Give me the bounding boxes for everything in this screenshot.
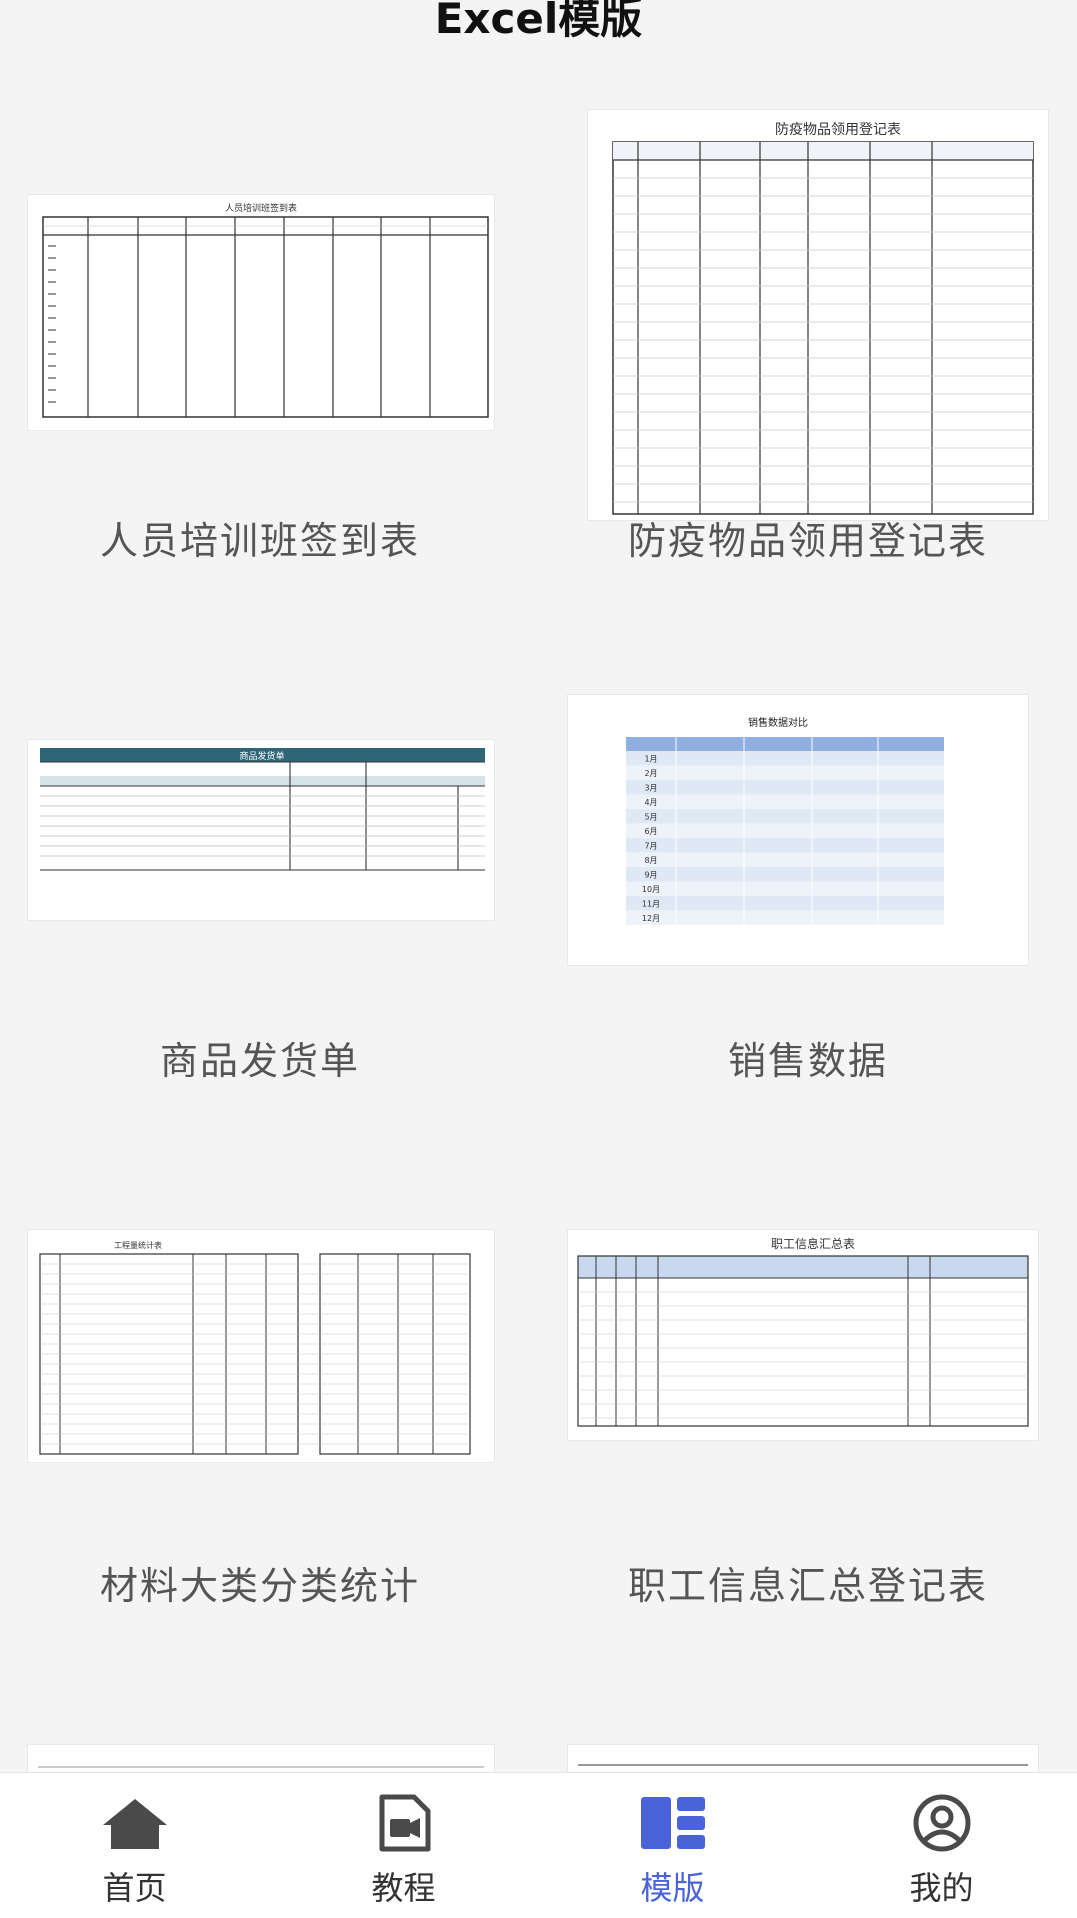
- template-thumbnail: 销售数据对比 1月 2月 3月 4月 5月 6月 7月 8月 9月 10月 11月 12月: [568, 695, 1028, 965]
- sheet-title: 工程量统计表: [114, 1240, 162, 1250]
- template-label: 材料大类分类统计: [99, 1564, 420, 1608]
- template-thumbnail: 防疫物品领用登记表: [588, 110, 1048, 520]
- sales-row: [626, 794, 944, 809]
- template-thumbnail-partial[interactable]: [568, 1745, 1038, 1772]
- sales-row: [626, 823, 944, 838]
- nav-mine[interactable]: 我的: [807, 1773, 1076, 1918]
- sales-month-label: 9月: [644, 871, 657, 880]
- nav-label: 我的: [909, 1869, 974, 1907]
- sales-month-label: 2月: [644, 769, 657, 778]
- template-card-epidemic-supplies[interactable]: 防疫物品领用登记表 防疫物品领用登记表: [548, 0, 1068, 600]
- sales-row: [626, 910, 944, 925]
- template-label: 防疫物品领用登记表: [627, 519, 988, 563]
- nav-tutorial[interactable]: 教程: [269, 1773, 538, 1918]
- sales-row: [626, 896, 944, 911]
- template-thumbnail-partial[interactable]: [28, 1745, 494, 1772]
- sales-month-label: 8月: [644, 856, 657, 865]
- sales-month-label: 10月: [642, 885, 660, 894]
- sheet-title: 销售数据对比: [748, 716, 808, 729]
- sales-month-label: 3月: [644, 784, 657, 793]
- sales-month-label: 7月: [644, 842, 657, 851]
- nav-label: 模版: [640, 1869, 705, 1907]
- template-thumbnail: 职工信息汇总表: [568, 1230, 1038, 1440]
- template-thumbnail: 工程量统计表: [28, 1230, 494, 1462]
- template-card-sales-data[interactable]: 销售数据对比 1月 2月 3月 4月 5月 6月 7月 8月 9月 10月 11月 12月 销售数据: [548, 600, 1068, 1130]
- sales-row: [626, 881, 944, 896]
- video-doc-icon: [379, 1794, 430, 1852]
- home-icon: [102, 1799, 167, 1849]
- template-thumbnail: 商品发货单: [28, 740, 494, 920]
- nav-home[interactable]: 首页: [0, 1773, 269, 1918]
- sales-row: [626, 852, 944, 867]
- sheet-title: 职工信息汇总表: [771, 1236, 855, 1251]
- template-card-staff-info[interactable]: 职工信息汇总表 职工信息汇总登记表: [548, 1130, 1068, 1660]
- user-icon: [913, 1794, 970, 1852]
- sheet-title: 防疫物品领用登记表: [775, 122, 901, 138]
- bottom-nav: 首页 教程 模版 我的: [0, 1772, 1077, 1918]
- nav-label: 首页: [102, 1869, 167, 1907]
- template-label: 人员培训班签到表: [99, 519, 420, 563]
- template-grid: 人员培训班签到表 人员培训班签到表 防疫物品领用登记表 防疫物品领用登记表 商品…: [0, 0, 1077, 1917]
- sales-month-label: 12月: [642, 914, 660, 923]
- sales-month-label: 11月: [642, 900, 660, 909]
- sheet-title: 商品发货单: [239, 750, 284, 762]
- template-label: 商品发货单: [159, 1039, 360, 1083]
- template-card-material-stats[interactable]: 工程量统计表 材料大类分类统计: [0, 1130, 520, 1660]
- nav-label: 教程: [371, 1869, 436, 1907]
- sheet-title: 人员培训班签到表: [225, 202, 297, 214]
- sales-row: [626, 765, 944, 780]
- sales-row: [626, 780, 944, 795]
- template-thumbnail: 人员培训班签到表: [28, 195, 494, 430]
- nav-template[interactable]: 模版: [538, 1773, 807, 1918]
- template-icon: [640, 1797, 705, 1849]
- sales-row: [626, 838, 944, 853]
- sales-row: [626, 867, 944, 882]
- sales-row: [626, 751, 944, 766]
- sales-row: [626, 809, 944, 824]
- sales-month-label: 6月: [644, 827, 657, 836]
- template-label: 销售数据: [727, 1039, 888, 1083]
- template-card-shipping-order[interactable]: 商品发货单 商品发货单: [0, 600, 520, 1130]
- sales-month-label: 4月: [644, 798, 657, 807]
- sales-month-label: 5月: [644, 813, 657, 822]
- template-card-training-signin[interactable]: 人员培训班签到表 人员培训班签到表: [0, 0, 520, 600]
- template-label: 职工信息汇总登记表: [627, 1564, 988, 1608]
- sales-month-label: 1月: [644, 755, 657, 764]
